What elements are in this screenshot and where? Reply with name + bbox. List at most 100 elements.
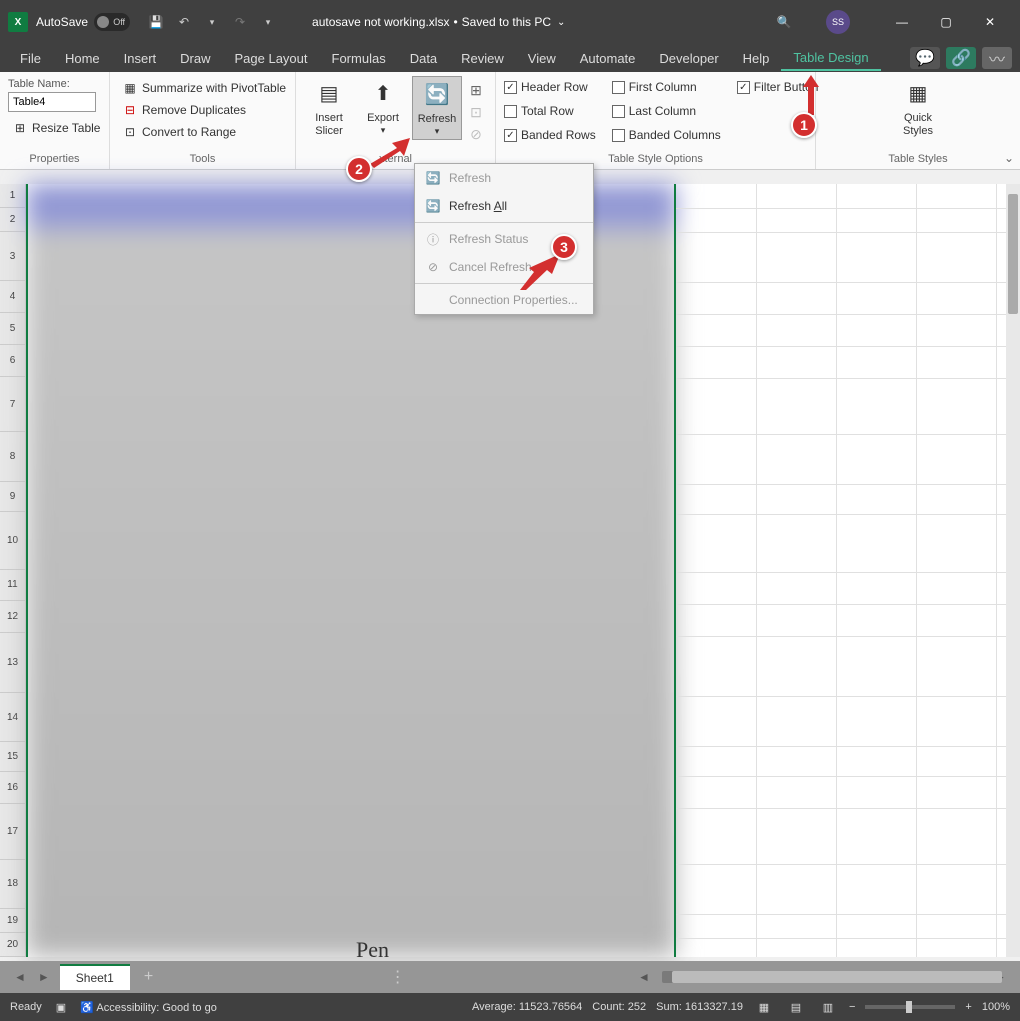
tab-view[interactable]: View	[516, 47, 568, 70]
row-header[interactable]: 11	[0, 570, 25, 602]
hscroll-thumb[interactable]	[672, 971, 1002, 983]
row-header[interactable]: 3	[0, 232, 25, 282]
accessibility-status[interactable]: ♿ Accessibility: Good to go	[80, 1001, 217, 1014]
vertical-scrollbar[interactable]	[1006, 184, 1020, 957]
callout-1: 1	[791, 112, 817, 138]
first-column-checkbox[interactable]: First Column	[612, 78, 721, 96]
normal-view-button[interactable]: ▦	[753, 998, 775, 1016]
properties-icon[interactable]: ⊞	[466, 80, 486, 100]
tab-insert[interactable]: Insert	[112, 47, 169, 70]
comments-button[interactable]: 💬	[910, 47, 940, 69]
tab-file[interactable]: File	[8, 47, 53, 70]
search-icon[interactable]: 🔍	[772, 10, 796, 34]
row-header[interactable]: 12	[0, 601, 25, 633]
horizontal-scrollbar[interactable]: ◄ ►	[632, 970, 1012, 984]
arrow-3	[520, 254, 560, 290]
tab-home[interactable]: Home	[53, 47, 112, 70]
status-sum: Sum: 1613327.19	[656, 1001, 743, 1013]
ribbon: Table Name: ⊞ Resize Table Properties ▦S…	[0, 72, 1020, 170]
quick-styles-button[interactable]: ▦ Quick Styles	[890, 76, 946, 140]
minimize-button[interactable]: —	[880, 7, 924, 37]
refresh-button[interactable]: 🔄 Refresh ▾	[412, 76, 462, 140]
vscroll-thumb[interactable]	[1008, 194, 1018, 314]
row-header[interactable]: 16	[0, 772, 25, 804]
save-icon[interactable]: 💾	[144, 10, 168, 34]
row-header[interactable]: 2	[0, 208, 25, 232]
page-break-button[interactable]: ▥	[817, 998, 839, 1016]
row-header[interactable]: 7	[0, 377, 25, 433]
empty-gridlines	[676, 184, 1006, 957]
macro-icon[interactable]: ▣	[56, 1001, 66, 1014]
row-header[interactable]: 15	[0, 742, 25, 772]
resize-table-button[interactable]: ⊞ Resize Table	[8, 118, 104, 138]
tab-table-design[interactable]: Table Design	[781, 46, 880, 71]
tab-automate[interactable]: Automate	[568, 47, 648, 70]
title-dropdown-icon[interactable]: ⌄	[557, 17, 565, 28]
row-header[interactable]: 9	[0, 482, 25, 512]
sheet-nav-prev[interactable]: ◄	[8, 970, 32, 984]
zoom-out-button[interactable]: −	[849, 1001, 855, 1013]
group-tools-label: Tools	[118, 151, 287, 169]
redo-icon[interactable]: ↷	[228, 10, 252, 34]
row-header[interactable]: 17	[0, 804, 25, 860]
summarize-pivot-button[interactable]: ▦Summarize with PivotTable	[118, 78, 290, 98]
row-header[interactable]: 5	[0, 313, 25, 345]
autosave-toggle[interactable]: AutoSave Off	[36, 13, 130, 31]
sheet-menu-icon[interactable]: ⋮	[382, 967, 414, 987]
tab-help[interactable]: Help	[731, 47, 782, 70]
tab-data[interactable]: Data	[398, 47, 449, 70]
open-browser-icon[interactable]: ⊡	[466, 102, 486, 122]
undo-icon[interactable]: ↶	[172, 10, 196, 34]
row-header[interactable]: 8	[0, 432, 25, 482]
add-sheet-button[interactable]: +	[134, 968, 163, 986]
insert-slicer-button[interactable]: ▤ Insert Slicer	[304, 76, 354, 140]
tab-page-layout[interactable]: Page Layout	[223, 47, 320, 70]
ribbon-mode-button[interactable]: 〰	[982, 47, 1012, 69]
maximize-button[interactable]: ▢	[924, 7, 968, 37]
table-name-input[interactable]	[8, 92, 96, 112]
total-row-checkbox[interactable]: Total Row	[504, 102, 596, 120]
header-row-checkbox[interactable]: ✓Header Row	[504, 78, 596, 96]
excel-icon: X	[8, 12, 28, 32]
row-header[interactable]: 14	[0, 693, 25, 743]
refresh-all-icon: 🔄	[425, 198, 441, 214]
status-count: Count: 252	[592, 1001, 646, 1013]
undo-dropdown-icon[interactable]: ▾	[200, 10, 224, 34]
window-title: autosave not working.xlsx • Saved to thi…	[282, 15, 770, 29]
page-layout-button[interactable]: ▤	[785, 998, 807, 1016]
qat-customize-icon[interactable]: ▾	[256, 10, 280, 34]
row-header[interactable]: 18	[0, 860, 25, 910]
convert-icon: ⊡	[122, 124, 138, 140]
remove-duplicates-button[interactable]: ⊟Remove Duplicates	[118, 100, 250, 120]
row-header[interactable]: 19	[0, 909, 25, 933]
hscroll-left[interactable]: ◄	[632, 970, 656, 984]
sheet-nav-next[interactable]: ►	[32, 970, 56, 984]
zoom-in-button[interactable]: +	[965, 1001, 971, 1013]
row-header[interactable]: 13	[0, 633, 25, 693]
user-avatar[interactable]: SS	[826, 10, 850, 34]
convert-range-button[interactable]: ⊡Convert to Range	[118, 122, 240, 142]
row-header[interactable]: 4	[0, 281, 25, 313]
row-header[interactable]: 20	[0, 933, 25, 957]
tab-draw[interactable]: Draw	[168, 47, 222, 70]
tab-review[interactable]: Review	[449, 47, 516, 70]
row-header[interactable]: 10	[0, 512, 25, 570]
tab-developer[interactable]: Developer	[647, 47, 730, 70]
zoom-level[interactable]: 100%	[982, 1001, 1010, 1013]
unlink-icon[interactable]: ⊘	[466, 124, 486, 144]
row-header[interactable]: 6	[0, 345, 25, 377]
refresh-icon: 🔄	[425, 170, 441, 186]
export-button[interactable]: ⬆ Export ▾	[358, 76, 408, 138]
zoom-slider[interactable]	[865, 1005, 955, 1009]
banded-rows-checkbox[interactable]: ✓Banded Rows	[504, 126, 596, 144]
banded-columns-checkbox[interactable]: Banded Columns	[612, 126, 721, 144]
tab-formulas[interactable]: Formulas	[320, 47, 398, 70]
collapse-ribbon-icon[interactable]: ⌄	[1004, 151, 1014, 165]
last-column-checkbox[interactable]: Last Column	[612, 102, 721, 120]
close-button[interactable]: ✕	[968, 7, 1012, 37]
share-button[interactable]: 🔗	[946, 47, 976, 69]
refresh-all-menu-item[interactable]: 🔄Refresh All	[415, 192, 593, 220]
sheet-tab-sheet1[interactable]: Sheet1	[60, 964, 130, 990]
row-header[interactable]: 1	[0, 184, 25, 208]
titlebar: X AutoSave Off 💾 ↶ ▾ ↷ ▾ autosave not wo…	[0, 0, 1020, 44]
